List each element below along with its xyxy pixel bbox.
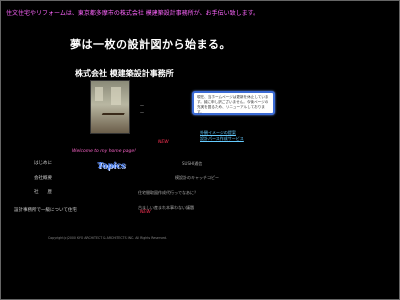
page-headline: 夢は一枚の設計図から始まる。 [70,38,231,51]
new-badge: NEW [158,140,169,145]
photo-window [111,87,121,105]
new-badge: NEW [140,210,151,215]
topics-heading: Topics [97,160,126,170]
side-link-perspective[interactable]: 設計パース作成サービス [200,136,244,142]
welcome-message: Welcome to my home page! [72,149,136,154]
topic-link-floorplan[interactable]: 住宅間取図作成代行っでなあに？ [138,190,198,196]
nav-link-history[interactable]: 社 歴 [34,189,52,195]
nav-link-housing[interactable]: 設計事務所で一級について住宅 [14,207,77,213]
photo-caption: — [140,103,144,108]
copyright-footer: Copyright(c)2000 KYO ARCHITECT & ARCHITE… [48,236,168,240]
topic-link-sushi[interactable]: SUSHI通信 [182,161,202,167]
scrolling-ticker: 住文住宅やリフォームは、東京都多摩市の株式会社 模建築設計事務所が、お手伝い致し… [6,10,260,17]
photo-caption: — [140,110,144,115]
photo-window [95,87,103,101]
nav-link-intro[interactable]: はじめに [34,160,52,166]
photo-stair [95,113,125,129]
building-photo [90,80,130,134]
notice-box: 現在、当ホームページは更新を休止しています。誠に申し訳ございません。今後ページの… [192,91,275,115]
company-name: 株式会社 模建築設計事務所 [75,69,174,78]
topic-link-catchcopy[interactable]: 模設計のキャッチコピー [175,175,219,181]
nav-link-company[interactable]: 会社概要 [34,175,52,181]
